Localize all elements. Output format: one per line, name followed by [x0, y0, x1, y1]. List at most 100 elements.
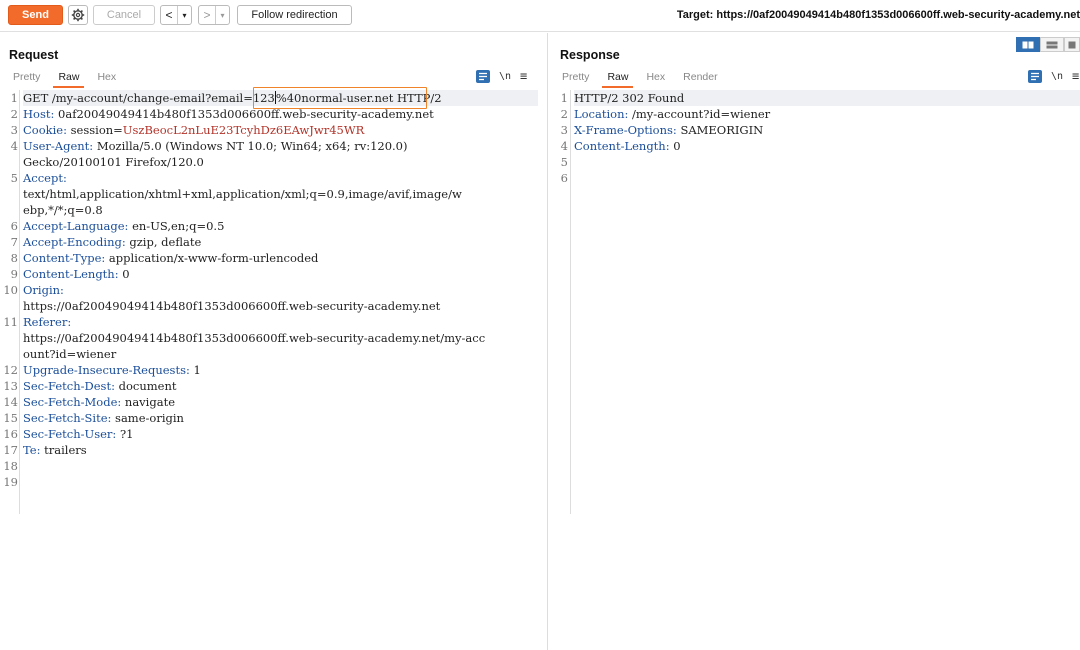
line-number: 13 [3, 379, 18, 393]
single-pane-icon [1068, 41, 1076, 48]
header-origin[interactable]: Origin: [23, 282, 538, 298]
tab-render[interactable]: Render [674, 69, 726, 87]
header-user-agent-cont[interactable]: Gecko/20100101 Firefox/120.0 [23, 154, 538, 170]
line-number: 4 [560, 139, 568, 153]
split-view-button[interactable] [1016, 37, 1040, 52]
request-line-highlight-a: il=123 [235, 91, 275, 105]
line-number: 18 [3, 459, 18, 473]
status-line[interactable]: HTTP/2 302 Found [574, 90, 1080, 106]
gear-icon [71, 8, 85, 22]
header-sec-fetch-user[interactable]: Sec-Fetch-User: ?1 [23, 426, 538, 442]
follow-redirection-button[interactable]: Follow redirection [237, 5, 352, 25]
tab-hex[interactable]: Hex [88, 69, 125, 87]
line-number: 3 [560, 123, 568, 137]
line-number: 17 [3, 443, 18, 457]
stacked-view-button[interactable] [1040, 37, 1064, 52]
tabbed-view-button[interactable] [1064, 37, 1080, 52]
pretty-print-button[interactable] [476, 69, 490, 83]
header-te[interactable]: Te: trailers [23, 442, 538, 458]
forward-button[interactable]: > [199, 6, 215, 24]
request-line-gutter: 1 2 3 4 5 6 7 8 9 10 11 12 13 14 15 16 1… [0, 90, 20, 514]
request-line-highlight-b: %40normal-user.net [275, 91, 394, 105]
line-number: 9 [10, 267, 18, 281]
line-number: 1 [10, 91, 18, 105]
header-accept[interactable]: Accept: [23, 170, 538, 186]
line-number: 7 [10, 235, 18, 249]
header-x-frame-options[interactable]: X-Frame-Options: SAMEORIGIN [574, 122, 1080, 138]
request-line[interactable]: GET /my-account/change-email?email=123%4… [23, 90, 538, 106]
show-newlines-button[interactable]: \n [499, 71, 511, 82]
tab-hex[interactable]: Hex [637, 69, 674, 87]
response-editor[interactable]: 1 2 3 4 5 6 HTTP/2 302 Found Location: /… [549, 90, 1080, 650]
line-number: 1 [560, 91, 568, 105]
line-number: 14 [3, 395, 18, 409]
line-number: 15 [3, 411, 18, 425]
settings-button[interactable] [68, 5, 88, 25]
line-number: 16 [3, 427, 18, 441]
cancel-button[interactable]: Cancel [93, 5, 155, 25]
layout-toggle [1016, 37, 1080, 52]
back-history-dropdown[interactable]: ▾ [177, 6, 191, 24]
line-number: 6 [10, 219, 18, 233]
header-user-agent[interactable]: User-Agent: Mozilla/5.0 (Windows NT 10.0… [23, 138, 538, 154]
line-number: 12 [3, 363, 18, 377]
header-referer-cont[interactable]: ount?id=wiener [23, 346, 538, 362]
header-origin-cont[interactable]: https://0af20049049414b480f1353d006600ff… [23, 298, 538, 314]
header-content-length[interactable]: Content-Length: 0 [574, 138, 1080, 154]
send-button[interactable]: Send [8, 5, 63, 25]
pretty-print-button[interactable] [1028, 69, 1042, 83]
tab-pretty[interactable]: Pretty [553, 69, 598, 87]
request-line-suffix: HTTP/2 [393, 91, 442, 105]
line-number: 5 [560, 155, 568, 169]
forward-nav-group: > ▾ [198, 5, 230, 25]
line-number: 11 [3, 315, 18, 329]
back-nav-group: < ▾ [160, 5, 192, 25]
header-sec-fetch-mode[interactable]: Sec-Fetch-Mode: navigate [23, 394, 538, 410]
line-number: 2 [10, 107, 18, 121]
response-pane: Response Pretty Raw Hex Render \n ≡ 1 2 … [549, 33, 1080, 650]
line-number: 3 [10, 123, 18, 137]
line-number: 19 [3, 475, 18, 489]
header-accept-cont[interactable]: ebp,*/*;q=0.8 [23, 202, 538, 218]
header-accept-encoding[interactable]: Accept-Encoding: gzip, deflate [23, 234, 538, 250]
response-title: Response [560, 48, 620, 62]
request-title: Request [9, 48, 59, 62]
request-line-prefix: GET /my-account/change-email?ema [23, 91, 236, 105]
header-accept-cont[interactable]: text/html,application/xhtml+xml,applicat… [23, 186, 538, 202]
top-toolbar: Send Cancel < ▾ > ▾ Follow redirection T… [0, 0, 1080, 32]
response-editor-actions: \n ≡ [1028, 69, 1079, 83]
header-host[interactable]: Host: 0af20049049414b480f1353d006600ff.w… [23, 106, 538, 122]
list-format-icon [479, 72, 487, 80]
response-line-gutter: 1 2 3 4 5 6 [549, 90, 571, 514]
header-referer[interactable]: Referer: [23, 314, 538, 330]
tab-pretty[interactable]: Pretty [4, 69, 49, 87]
line-number: 4 [10, 139, 18, 153]
request-editor[interactable]: 1 2 3 4 5 6 7 8 9 10 11 12 13 14 15 16 1… [0, 87, 547, 650]
line-number: 10 [3, 283, 18, 297]
header-sec-fetch-dest[interactable]: Sec-Fetch-Dest: document [23, 378, 538, 394]
back-button[interactable]: < [161, 6, 177, 24]
header-location[interactable]: Location: /my-account?id=wiener [574, 106, 1080, 122]
columns-icon [1022, 41, 1034, 48]
editor-menu-button[interactable]: ≡ [520, 69, 527, 83]
header-upgrade-insecure[interactable]: Upgrade-Insecure-Requests: 1 [23, 362, 538, 378]
header-sec-fetch-site[interactable]: Sec-Fetch-Site: same-origin [23, 410, 538, 426]
header-content-length[interactable]: Content-Length: 0 [23, 266, 538, 282]
target-url[interactable]: Target: https://0af20049049414b480f1353d… [677, 9, 1080, 21]
header-accept-language[interactable]: Accept-Language: en-US,en;q=0.5 [23, 218, 538, 234]
editor-menu-button[interactable]: ≡ [1072, 69, 1079, 83]
header-referer-cont[interactable]: https://0af20049049414b480f1353d006600ff… [23, 330, 538, 346]
line-number: 8 [10, 251, 18, 265]
tab-raw[interactable]: Raw [49, 69, 88, 88]
list-format-icon [1031, 72, 1039, 80]
response-tabs: Pretty Raw Hex Render [553, 69, 727, 88]
request-pane: Request Pretty Raw Hex \n ≡ 1 2 3 4 5 6 … [0, 33, 548, 650]
tab-raw[interactable]: Raw [598, 69, 637, 88]
line-number: 2 [560, 107, 568, 121]
header-cookie[interactable]: Cookie: session=UszBeocL2nLuE23TcyhDz6EA… [23, 122, 538, 138]
header-content-type[interactable]: Content-Type: application/x-www-form-url… [23, 250, 538, 266]
show-newlines-button[interactable]: \n [1051, 71, 1063, 82]
line-number: 6 [560, 171, 568, 185]
forward-history-dropdown[interactable]: ▾ [215, 6, 229, 24]
request-editor-actions: \n ≡ [476, 69, 527, 83]
